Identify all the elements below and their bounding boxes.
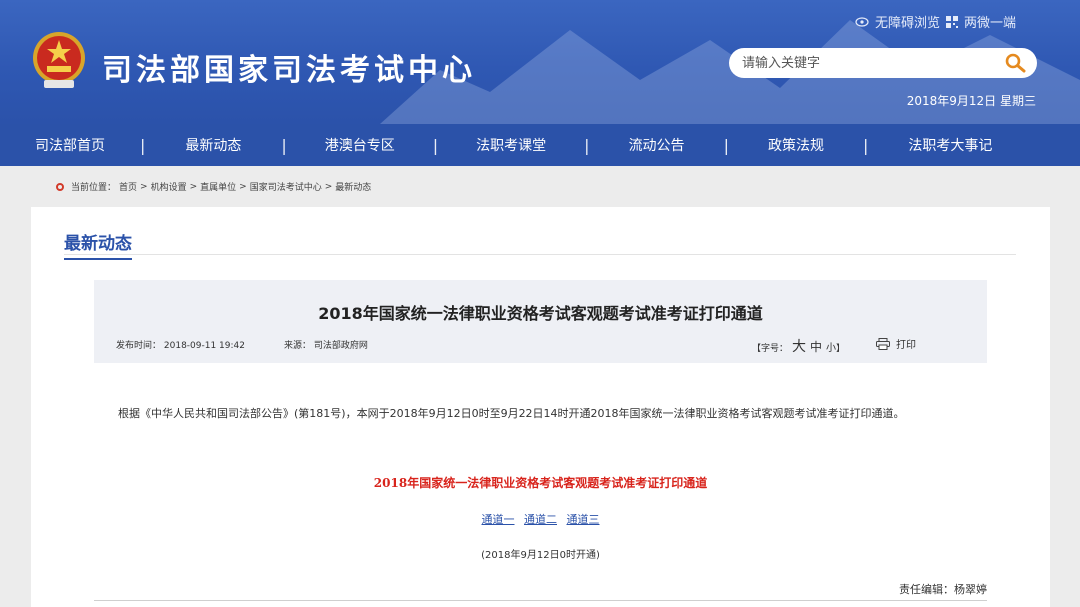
breadcrumb-item-affiliates[interactable]: 直属单位 — [200, 180, 236, 193]
current-date: 2018年9月12日 星期三 — [906, 94, 1036, 108]
publish-date: 发布时间： 2018-09-11 19:42 — [116, 338, 245, 351]
article-title: 2018年国家统一法律职业资格考试客观题考试准考证打印通道 — [318, 304, 763, 323]
nav-separator: | — [723, 135, 729, 155]
site-header: 司法部国家司法考试中心 无障碍浏览 两微一端 2018年9月12日 星期三 — [0, 0, 1080, 124]
nav-separator: | — [432, 135, 439, 155]
breadcrumb-item-home[interactable]: 首页 — [119, 180, 137, 193]
eye-icon — [855, 16, 869, 27]
national-emblem-icon — [33, 32, 85, 88]
print-button[interactable]: 打印 — [876, 336, 916, 351]
nav-separator: | — [140, 135, 146, 155]
printer-icon — [876, 337, 890, 350]
nav-item-notices[interactable]: 流动公告 — [590, 135, 724, 155]
font-size-medium-button[interactable]: 中 — [810, 338, 822, 355]
accessibility-link[interactable]: 无障碍浏览 — [875, 12, 940, 31]
top-links: 无障碍浏览 两微一端 — [855, 12, 1016, 31]
font-size-label: 【字号： — [752, 344, 789, 354]
channel-2-link[interactable]: 通道二 — [524, 513, 557, 526]
nav-separator: | — [862, 135, 869, 155]
font-size-close: 】 — [836, 344, 846, 354]
responsible-editor: 责任编辑：杨翠婷 — [899, 583, 987, 596]
print-label: 打印 — [896, 340, 916, 351]
publish-date-value: 2018-09-11 19:42 — [163, 341, 245, 351]
article-red-title: 2018年国家统一法律职业资格考试客观题考试准考证打印通道 — [373, 476, 708, 490]
breadcrumb-item-organization[interactable]: 机构设置 — [151, 180, 187, 193]
bottom-divider — [94, 600, 987, 601]
section-divider — [64, 254, 1016, 255]
breadcrumb-separator: > — [239, 181, 247, 192]
main-content: 最新动态 2018年国家统一法律职业资格考试客观题考试准考证打印通道 发布时间：… — [31, 207, 1050, 607]
nav-separator: | — [584, 135, 590, 155]
article-body: 根据《中华人民共和国司法部公告》(第181号)，本网于2018年9月12日0时至… — [118, 407, 905, 420]
site-title: 司法部国家司法考试中心 — [102, 53, 476, 88]
open-note: (2018年9月12日0时开通) — [481, 550, 600, 561]
article-source: 来源： 司法部政府网 — [284, 338, 368, 351]
article-header: 2018年国家统一法律职业资格考试客观题考试准考证打印通道 发布时间： 2018… — [94, 280, 987, 363]
breadcrumb: 当前位置： 首页 > 机构设置 > 直属单位 > 国家司法考试中心 > 最新动态 — [56, 180, 371, 193]
source-label: 来源： — [284, 341, 312, 351]
nav-separator: | — [281, 135, 287, 155]
channel-3-link[interactable]: 通道三 — [567, 513, 600, 526]
breadcrumb-item-exam-center[interactable]: 国家司法考试中心 — [250, 180, 322, 193]
nav-item-home[interactable]: 司法部首页 — [0, 135, 140, 155]
location-dot-icon — [56, 182, 64, 191]
channel-1-link[interactable]: 通道一 — [482, 513, 515, 526]
nav-item-news[interactable]: 最新动态 — [145, 135, 281, 155]
qrcode-icon — [945, 15, 958, 28]
font-size-large-button[interactable]: 大 — [792, 336, 806, 356]
breadcrumb-item-news[interactable]: 最新动态 — [335, 180, 371, 193]
nav-item-milestones[interactable]: 法职考大事记 — [868, 135, 1032, 155]
font-size-small-button[interactable]: 小 — [826, 339, 836, 354]
nav-item-classroom[interactable]: 法职考课堂 — [438, 135, 584, 155]
publish-date-label: 发布时间： — [116, 341, 162, 351]
source-value: 司法部政府网 — [313, 341, 368, 351]
search-box — [729, 48, 1037, 78]
section-title: 最新动态 — [64, 229, 132, 260]
main-nav: 司法部首页 | 最新动态 | 港澳台专区 | 法职考课堂 | 流动公告 | 政策… — [0, 124, 1080, 166]
breadcrumb-separator: > — [140, 181, 148, 192]
breadcrumb-label: 当前位置： — [71, 183, 117, 193]
search-icon[interactable] — [1005, 53, 1027, 73]
nav-item-hk-macau-taiwan[interactable]: 港澳台专区 — [287, 135, 433, 155]
mobile-link[interactable]: 两微一端 — [964, 12, 1016, 31]
breadcrumb-separator: > — [324, 181, 333, 192]
search-input[interactable] — [729, 48, 979, 78]
font-size-switcher: 【字号： 大 中 小 】 — [752, 336, 845, 356]
nav-item-policies[interactable]: 政策法规 — [729, 135, 863, 155]
breadcrumb-separator: > — [189, 181, 198, 192]
channel-links: 通道一 通道二 通道三 — [31, 511, 1050, 527]
